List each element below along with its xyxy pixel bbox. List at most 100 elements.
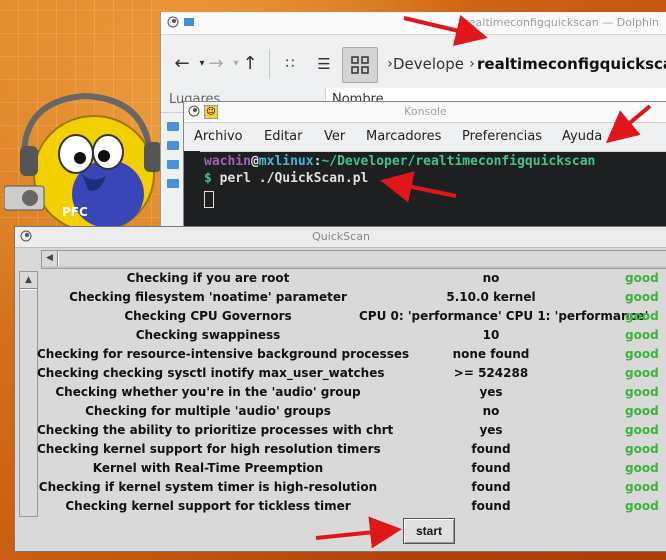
scroll-left-icon[interactable]: ◀ [42,251,58,266]
check-label: Checking for resource-intensive backgrou… [37,347,410,361]
prompt-path: ~/Developer/realtimeconfigquickscan [321,154,596,169]
result-row: Checking kernel support for tickless tim… [37,497,666,516]
check-status: good [625,442,659,456]
terminal-command-line: $ perl ./QuickScan.pl [204,171,369,186]
place-folder-icon[interactable] [167,160,179,169]
check-value: none found [452,347,530,361]
check-value: yes [479,423,503,437]
dolphin-title: realtimeconfigquickscan — Dolphin [464,16,659,29]
check-value: no [482,271,500,285]
mascot-label: PFC [62,205,88,219]
check-label: Checking swappiness [135,328,281,342]
check-label: Checking whether you're in the 'audio' g… [55,385,361,399]
back-icon[interactable]: ← [171,53,193,75]
check-status: good [625,328,659,342]
check-status: good [625,404,659,418]
check-status: good [625,290,659,304]
result-row: Checking CPU Governors CPU 0: 'performanc… [37,307,666,326]
prompt-host: mxlinux [258,154,314,169]
check-status: good [625,271,659,285]
quickscan-titlebar: QuickScan [15,227,666,248]
check-value: found [471,442,511,456]
split-view-button[interactable] [342,47,378,83]
check-status: good [625,499,659,513]
check-label: Kernel with Real-Time Preemption [92,461,324,475]
terminal-prompt-line: wachin@mxlinux:~/Developer/realtimeconfi… [204,154,596,169]
check-status: good [625,461,659,475]
dolphin-titlebar: realtimeconfigquickscan — Dolphin [161,12,666,35]
check-status: good [625,385,659,399]
scroll-up-icon[interactable]: ▲ [20,272,37,289]
check-label: Checking the ability to prioritize proce… [37,423,394,437]
konsole-window: ☺ Konsole Archivo Editar Ver Marcadores … [183,101,666,233]
up-icon[interactable]: ↑ [239,53,261,75]
konsole-titlebar: ☺ Konsole [184,102,666,123]
details-view-icon[interactable]: ☰ [313,53,335,75]
place-folder-icon[interactable] [167,179,179,188]
menu-editar[interactable]: Editar [264,129,303,144]
check-status: good [625,347,659,361]
breadcrumb-item[interactable]: Develope [393,55,464,73]
horizontal-scrollbar[interactable]: ◀ [41,250,666,269]
check-status: good [625,480,659,494]
menu-ver[interactable]: Ver [324,129,345,144]
result-row: Checking the ability to prioritize proce… [37,421,666,440]
mascot-illustration: PFC [4,92,162,233]
terminal-output[interactable]: wachin@mxlinux:~/Developer/realtimeconfi… [184,151,666,232]
check-label: Checking checking sysctl inotify max_use… [37,366,385,380]
result-row: Checking swappiness 10 good [37,326,666,345]
result-row: Checking if kernel system timer is high-… [37,478,666,497]
konsole-title: Konsole [404,105,447,118]
horizontal-scroll-thumb[interactable] [58,251,666,266]
menu-archivo[interactable]: Archivo [194,129,243,144]
dolphin-toolbar: ← ▾ → ▾ ↑ ∷ ☰ › Develope › realtimeconfi… [161,35,666,90]
places-list [163,112,185,232]
menu-ayuda[interactable]: Ayuda [562,129,602,144]
check-value: >= 524288 [453,366,529,380]
result-row: Checking checking sysctl inotify max_use… [37,364,666,383]
menu-preferencias[interactable]: Preferencias [462,129,542,144]
result-row: Checking whether you're in the 'audio' g… [37,383,666,402]
start-button[interactable]: start [403,518,455,544]
quickscan-title: QuickScan [312,230,370,243]
quickscan-window: QuickScan ◀ ▲ Checking if you are root no… [14,226,666,552]
split-view-icon [351,56,369,74]
forward-icon[interactable]: → [205,53,227,75]
menu-marcadores[interactable]: Marcadores [366,129,441,144]
konsole-menubar: Archivo Editar Ver Marcadores Preferenci… [184,123,666,152]
result-row: Checking for resource-intensive backgrou… [37,345,666,364]
result-row: Checking for multiple 'audio' groups no go… [37,402,666,421]
result-row: Checking filesystem 'noatime' parameter 5… [37,288,666,307]
check-value: found [471,499,511,513]
check-value: no [482,404,500,418]
check-status: good [625,423,659,437]
terminal-command: perl ./QuickScan.pl [219,171,369,186]
window-menu-icon[interactable] [167,16,179,28]
check-value: CPU 0: 'performance' CPU 1: 'performance… [359,309,649,323]
place-folder-icon[interactable] [167,141,179,150]
check-value: 5.10.0 kernel [446,290,536,304]
check-value: yes [479,385,503,399]
check-value: found [471,480,511,494]
check-label: Checking if kernel system timer is high-… [38,480,378,494]
check-status: good [625,309,659,323]
result-row: Checking if you are root no good [37,269,666,288]
prompt-user: wachin [204,154,251,169]
check-status: good [625,366,659,380]
folder-icon [184,18,194,26]
vertical-scroll-thumb[interactable] [20,289,37,516]
breadcrumb-current[interactable]: realtimeconfigquickscan [477,55,666,73]
toolbar-separator [269,49,270,79]
result-row: Kernel with Real-Time Preemption found goo… [37,459,666,478]
check-value: found [471,461,511,475]
results-list: Checking if you are root no good Checking f… [37,269,666,516]
check-label: Checking CPU Governors [124,309,292,323]
icons-view-icon[interactable]: ∷ [279,53,301,75]
result-row: Checking kernel support for high resolut… [37,440,666,459]
vertical-scrollbar[interactable]: ▲ [19,271,38,517]
place-folder-icon[interactable] [167,122,179,131]
check-label: Checking for multiple 'audio' groups [85,404,331,418]
check-label: Checking filesystem 'noatime' parameter [69,290,347,304]
terminal-cursor [204,191,214,208]
check-label: Checking kernel support for tickless tim… [65,499,351,513]
